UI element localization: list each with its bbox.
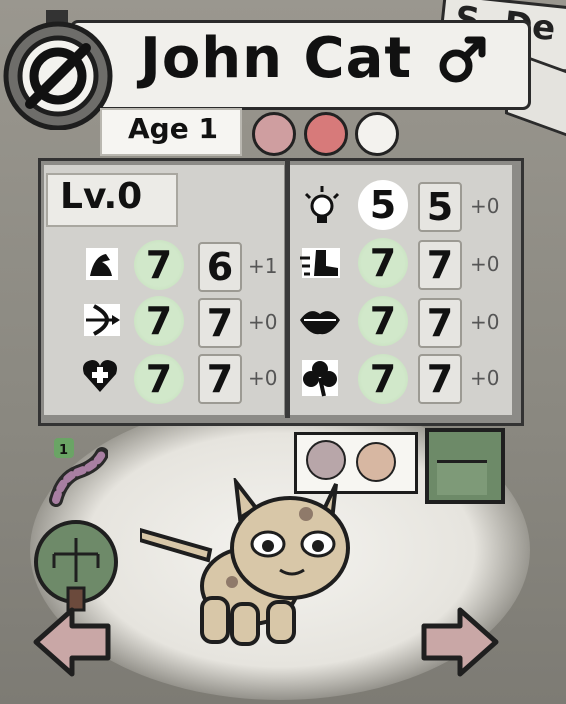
charisma-bonus: +0 (470, 310, 500, 334)
candy-count: 1 (59, 443, 69, 458)
parent-human-face-icon (356, 442, 396, 482)
neutral-face-icon[interactable] (355, 112, 399, 156)
neutral-heart-icon[interactable] (252, 112, 296, 156)
previous-cat-arrow-icon[interactable] (32, 606, 112, 678)
constitution-current: 7 (198, 354, 242, 404)
intelligence-base: 5 (358, 180, 408, 230)
dexterity-base: 7 (134, 296, 184, 346)
dexterity-current: 7 (198, 298, 242, 348)
angry-face-icon[interactable] (304, 112, 348, 156)
luck-current: 7 (418, 354, 462, 404)
parent-cat-face-icon (306, 440, 346, 480)
speed-current: 7 (418, 240, 462, 290)
strength-base: 7 (134, 240, 184, 290)
cat-name[interactable]: John Cat (140, 26, 412, 91)
strength-bonus: +1 (248, 254, 278, 278)
luck-bonus: +0 (470, 366, 500, 390)
male-gender-icon (439, 36, 486, 83)
clover-icon (302, 360, 338, 397)
intelligence-current: 5 (418, 182, 462, 232)
cat-sprite[interactable] (140, 478, 360, 648)
constitution-bonus: +0 (248, 366, 278, 390)
bow-arrow-icon (84, 304, 120, 336)
intelligence-bonus: +0 (470, 194, 500, 218)
pipe-inner (437, 460, 487, 495)
stats-divider (285, 160, 290, 418)
speed-bonus: +0 (470, 252, 500, 276)
dexterity-bonus: +0 (248, 310, 278, 334)
next-cat-arrow-icon[interactable] (420, 606, 500, 678)
speed-base: 7 (358, 238, 408, 288)
lightbulb-icon (304, 186, 340, 223)
charisma-current: 7 (418, 298, 462, 348)
luck-base: 7 (358, 354, 408, 404)
charisma-base: 7 (358, 296, 408, 346)
level-label: Lv.0 (60, 176, 143, 217)
strength-arm-icon (86, 248, 118, 280)
lips-icon (300, 311, 340, 335)
candy-icon[interactable] (48, 438, 108, 508)
age-label: Age 1 (128, 112, 218, 145)
strength-current: 6 (198, 242, 242, 292)
family-tree-icon[interactable] (28, 518, 124, 614)
heart-plus-icon (83, 360, 117, 392)
constitution-base: 7 (134, 354, 184, 404)
boot-speed-icon (300, 248, 340, 278)
